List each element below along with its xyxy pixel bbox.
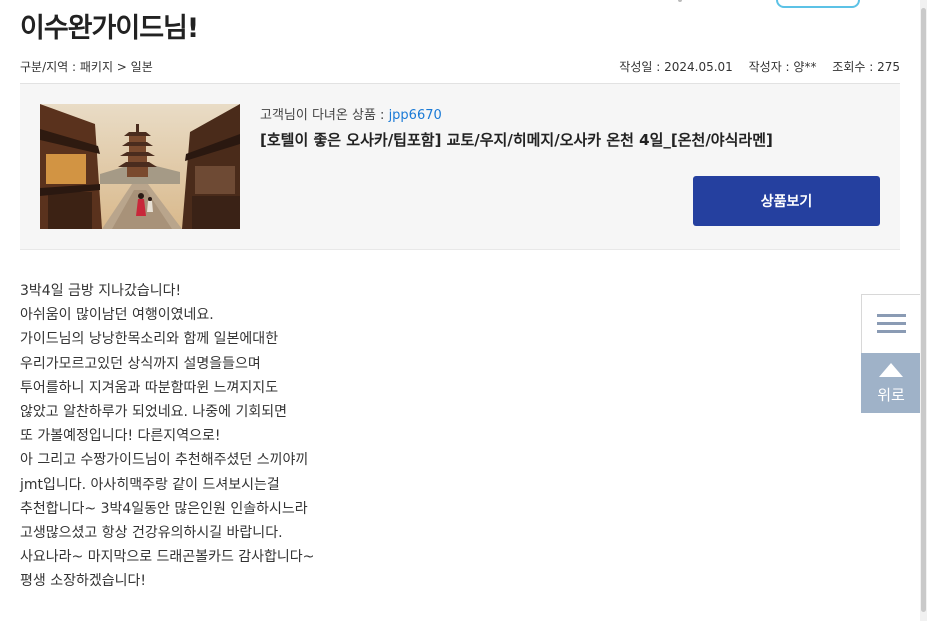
page-title: 이수완가이드님!	[20, 13, 199, 44]
review-line: 3박4일 금방 지나갔습니다!	[20, 283, 182, 299]
review-line: 또 가볼예정입니다! 다른지역으로!	[20, 428, 221, 445]
review-line: 우리가모르고있던 상식까지 설명을들으며	[20, 355, 261, 372]
product-label: 고객님이 다녀온 상품 : jpp6670	[260, 104, 442, 123]
post-views: 조회수 : 275	[832, 60, 900, 74]
scroll-to-top-button[interactable]: 위로	[861, 353, 921, 413]
view-product-button[interactable]: 상품보기	[693, 176, 880, 226]
review-line: 평생 소장하겠습니다!	[20, 573, 146, 590]
post-author: 작성자 : 양**	[748, 60, 817, 74]
product-code-link[interactable]: jpp6670	[389, 108, 442, 123]
review-line: 투어를하니 지겨움과 따분함따윈 느껴지지도	[20, 379, 279, 396]
kyoto-pagoda-street-photo-icon	[40, 104, 240, 229]
review-line: 사요나라~ 마지막으로 드래곤볼카드 감사합니다~	[20, 549, 315, 566]
scroll-to-top-label: 위로	[877, 386, 905, 404]
category-breadcrumb: 구분/지역 : 패키지 > 일본	[20, 60, 153, 74]
hamburger-icon	[877, 314, 906, 334]
review-line: jmt입니다. 아사히맥주랑 같이 드셔보시는걸	[20, 476, 280, 493]
review-line: 가이드님의 낭낭한목소리와 함께 일본에대한	[20, 331, 279, 348]
post-info: 작성일 : 2024.05.01 작성자 : 양** 조회수 : 275	[619, 58, 900, 75]
side-menu-button[interactable]	[861, 294, 921, 354]
review-line: 추천합니다~ 3박4일동안 많은인원 인솔하시느라	[20, 500, 308, 517]
arrow-up-icon	[879, 363, 903, 377]
product-label-prefix: 고객님이 다녀온 상품 :	[260, 108, 389, 123]
post-date: 작성일 : 2024.05.01	[619, 60, 733, 74]
product-card: 고객님이 다녀온 상품 : jpp6670 [호텔이 좋은 오사카/팁포함] 교…	[20, 83, 900, 250]
scrollbar-thumb[interactable]	[921, 8, 926, 612]
product-title[interactable]: [호텔이 좋은 오사카/팁포함] 교토/우지/히메지/오사카 온천 4일_[온천…	[260, 129, 773, 150]
review-line: 않았고 알찬하루가 되었네요. 나중에 기회되면	[20, 404, 287, 421]
decorative-dot	[678, 0, 682, 2]
review-content: 3박4일 금방 지나갔습니다! 아쉬움이 많이남던 여행이였네요. 가이드님의 …	[20, 279, 314, 594]
page-scrollbar[interactable]	[920, 0, 927, 621]
review-line: 고생많으셨고 항상 건강유의하시길 바랍니다.	[20, 525, 283, 542]
review-line: 아쉬움이 많이남던 여행이였네요.	[20, 307, 214, 324]
review-line: 아 그리고 수짱가이드님이 추천해주셨던 스끼야끼	[20, 452, 309, 469]
product-image[interactable]	[40, 104, 240, 229]
header-pill-button[interactable]	[776, 0, 860, 8]
